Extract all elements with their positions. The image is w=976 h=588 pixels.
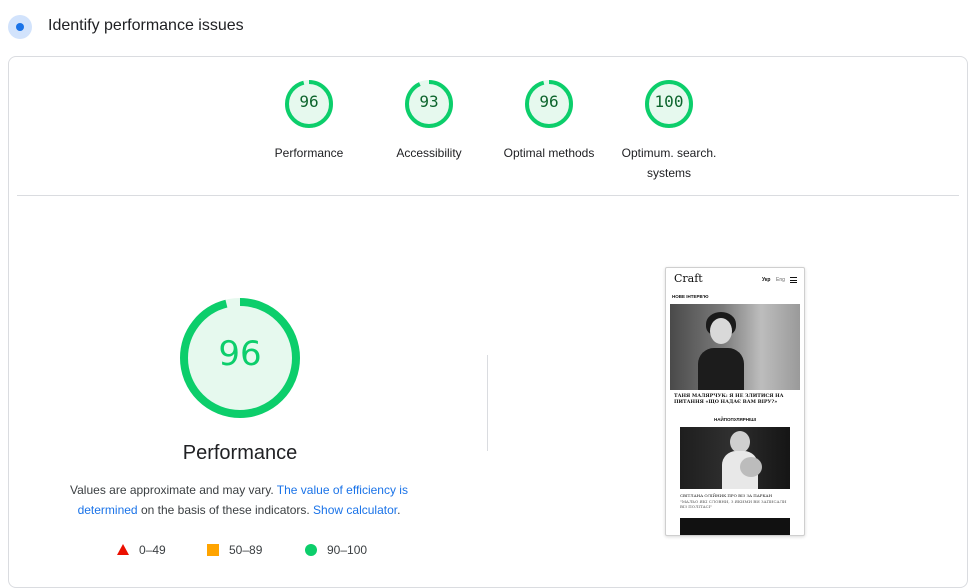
performance-icon — [8, 15, 32, 39]
article-title: СВІТЛАНА ОЛІЙНИК ПРО ВІЗ ЗА ПАРКАН — [680, 493, 773, 498]
legend-label: 50–89 — [229, 543, 263, 557]
divider — [17, 195, 959, 196]
site-logo: Craft — [674, 272, 703, 285]
gauge-label-line: systems — [646, 166, 691, 180]
gauge-label: Accessibility — [396, 146, 462, 160]
gauge-score: 96 — [539, 92, 559, 111]
gauge-label: Optimal methods — [503, 146, 595, 160]
legend-label: 0–49 — [139, 543, 166, 557]
gauge-performance[interactable]: 96 Performance — [249, 79, 369, 163]
legend-label: 90–100 — [327, 543, 368, 557]
description-text: on the basis of these indicators. — [137, 503, 314, 517]
photo-shape — [740, 457, 762, 477]
site-nav-lang-ukr: Укр — [762, 277, 771, 283]
photo-shape — [710, 318, 732, 344]
section-title: Identify performance issues — [48, 17, 244, 34]
site-section-title: НАЙПОПУЛЯРНІШІ — [714, 417, 756, 422]
site-section-title: НОВЕ ІНТЕРВ'Ю — [672, 294, 709, 299]
vertical-divider — [487, 355, 488, 451]
score-description: Values are approximate and may vary. The… — [59, 480, 419, 520]
article-subtitle: "МАЛЬО ЯКІ СЛОВНИ, З ЯКИМИ ВИ ЗАПИСАЛИ В… — [680, 498, 787, 510]
gauge-best-practices[interactable]: 96 Optimal methods — [489, 79, 609, 163]
gauge-label-line: Optimum. search. — [621, 146, 717, 160]
hero-caption: ТАНЯ МАЛЯРЧУК: Я НЕ ЗЛИТИСЯ НА ПИТАННЯ «… — [674, 393, 784, 405]
hero-photo — [670, 304, 800, 390]
performance-title: Performance — [182, 442, 298, 464]
gauge-score: 96 — [299, 92, 319, 111]
score-legend: 0–49 50–89 90–100 — [109, 540, 409, 560]
square-icon — [207, 544, 219, 556]
photo-shape — [730, 431, 750, 453]
gauge-accessibility[interactable]: 93 Accessibility — [369, 79, 489, 163]
gauge-seo[interactable]: 100 Optimum. search. systems — [609, 79, 729, 183]
performance-score: 96 — [218, 334, 262, 374]
hamburger-menu-icon — [790, 277, 797, 283]
description-text: Values are approximate and may vary. — [70, 483, 277, 497]
report-panel: 96 Performance 93 Accessibility 96 Optim… — [8, 56, 968, 588]
show-calculator-link[interactable]: Show calculator — [313, 503, 397, 517]
article-caption: СВІТЛАНА ОЛІЙНИК ПРО ВІЗ ЗА ПАРКАН "МАЛЬ… — [680, 493, 792, 510]
article-photo — [680, 518, 790, 535]
final-screenshot-thumbnail[interactable]: Craft Укр Eng НОВЕ ІНТЕРВ'Ю ТАНЯ МАЛЯРЧУ… — [665, 267, 805, 536]
circle-icon — [305, 544, 317, 556]
description-text: . — [397, 503, 401, 517]
site-nav-lang-eng: Eng — [776, 277, 785, 283]
article-photo — [680, 427, 790, 489]
photo-shape — [698, 348, 744, 390]
gauge-label: Performance — [274, 146, 344, 160]
category-gauges: 96 Performance 93 Accessibility 96 Optim… — [9, 79, 967, 189]
gauge-label: Optimum. search. systems — [609, 143, 729, 183]
triangle-icon — [117, 544, 129, 555]
gauge-score: 100 — [654, 92, 684, 111]
section-header: Identify performance issues — [0, 0, 976, 56]
gauge-score: 93 — [419, 92, 439, 111]
